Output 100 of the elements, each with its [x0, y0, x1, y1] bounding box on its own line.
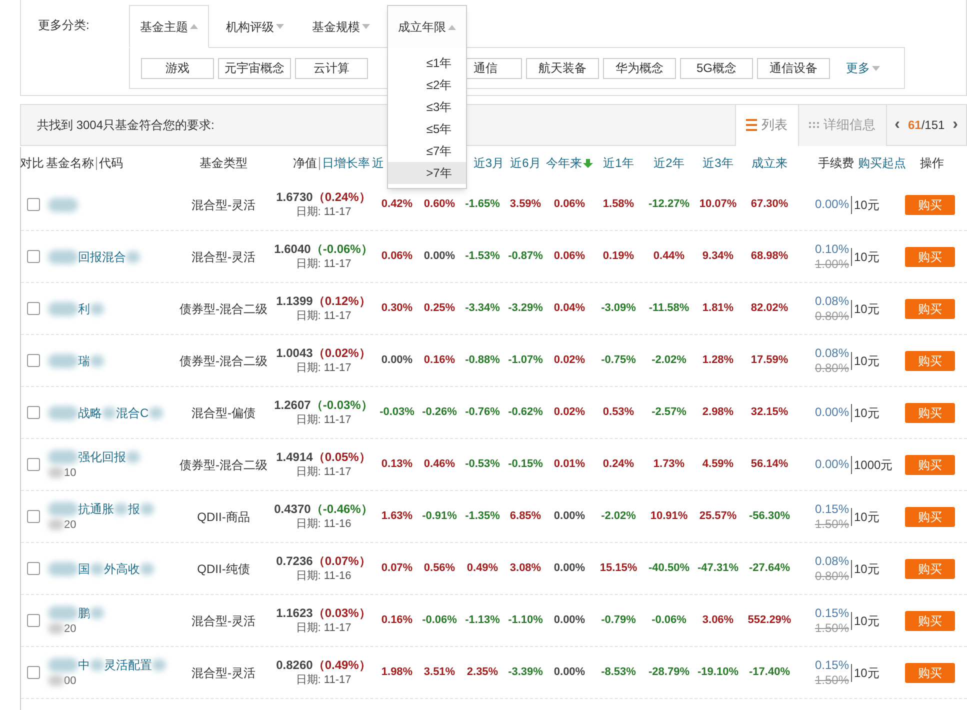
checkbox[interactable] [27, 198, 40, 211]
results-summary: 共找到 3004只基金符合您的要求: [37, 117, 214, 134]
checkbox[interactable] [27, 666, 40, 679]
column-header: 操作 [920, 156, 944, 170]
page-total: /151 [921, 118, 945, 132]
fund-name-fragment[interactable]: 强化回报 [78, 448, 126, 464]
fee-rate: 0.00% [814, 457, 849, 472]
column-header: 净值 [293, 155, 317, 172]
return-value: 32.15% [750, 405, 788, 420]
column-header[interactable]: 近2年 [654, 154, 684, 172]
column-header[interactable]: 近6月 [510, 154, 541, 172]
fund-name-fragment[interactable]: 报 [128, 500, 140, 516]
buy-button[interactable]: 购买 [905, 610, 955, 630]
column-header[interactable]: 日增长率 [322, 154, 370, 172]
return-value: 0.04% [554, 301, 586, 316]
fund-name-fragment[interactable]: 鹏 [78, 604, 90, 620]
return-value: 0.25% [424, 301, 456, 316]
return-value: -2.57% [652, 405, 686, 420]
buy-button[interactable]: 购买 [905, 350, 955, 370]
fund-name-fragment[interactable]: 抗通胀 [78, 500, 114, 516]
buy-button[interactable]: 购买 [905, 662, 955, 682]
fund-name-fragment[interactable]: 回报混合 [78, 248, 126, 264]
filter-tab[interactable]: 基金规模 [301, 5, 381, 48]
fund-name-fragment[interactable]: 外高收 [104, 560, 140, 576]
column-header[interactable]: 近 [372, 154, 384, 172]
nav-value: 1.6730 [276, 190, 313, 204]
checkbox[interactable] [27, 250, 40, 263]
tag-chip[interactable]: 华为概念 [603, 58, 676, 78]
checkbox[interactable] [27, 354, 40, 367]
view-tab[interactable]: 列表 [734, 104, 798, 146]
return-value: 0.60% [424, 197, 456, 212]
buy-button[interactable]: 购买 [905, 298, 955, 318]
fund-name-fragment[interactable]: 战略 [78, 404, 102, 420]
column-header[interactable]: 近1年 [603, 154, 634, 172]
blurred-text [48, 467, 64, 478]
tag-chip[interactable]: 游戏 [141, 58, 214, 78]
return-value: -0.75% [601, 353, 636, 368]
fund-name-fragment[interactable]: 中 [78, 656, 90, 672]
buy-button[interactable]: 购买 [905, 402, 955, 422]
checkbox[interactable] [27, 510, 40, 523]
daily-change: （0.02%） [312, 346, 371, 360]
column-header[interactable]: 今年来 [546, 154, 582, 172]
buy-button[interactable]: 购买 [905, 246, 955, 266]
buy-button[interactable]: 购买 [905, 454, 955, 474]
column-header: 基金名称 [46, 155, 94, 172]
daily-change: （-0.06%） [310, 242, 373, 256]
return-value: 1.28% [702, 353, 734, 368]
column-header: 手续费 [818, 155, 854, 172]
daily-change: （0.03%） [312, 606, 371, 620]
dropdown-item[interactable]: ≤3年 [388, 96, 466, 118]
blurred-text [114, 502, 128, 514]
nav-date: 日期: 11-17 [296, 360, 352, 376]
fund-name-fragment[interactable]: 混合C [116, 404, 149, 420]
nav-date: 日期: 11-17 [296, 412, 352, 428]
return-value: 6.85% [510, 509, 542, 524]
checkbox[interactable] [27, 458, 40, 471]
return-value: 0.49% [466, 561, 498, 576]
daily-change: （0.24%） [312, 190, 371, 204]
tag-chip[interactable]: 云计算 [295, 58, 368, 78]
fund-name-fragment[interactable]: 利 [78, 300, 90, 316]
min-purchase: 10元 [854, 248, 880, 266]
buy-button[interactable]: 购买 [905, 194, 955, 214]
more-link[interactable]: 更多 [846, 59, 880, 77]
fund-type: 债券型-混合二级 [178, 456, 268, 474]
dropdown-item[interactable]: ≤7年 [388, 140, 466, 162]
blurred-text [48, 658, 78, 672]
column-header[interactable]: 购买起点 [858, 154, 906, 172]
buy-button[interactable]: 购买 [905, 558, 955, 578]
checkbox[interactable] [27, 406, 40, 419]
dropdown-item[interactable]: ≤2年 [388, 74, 466, 96]
fund-type: 混合型-灵活 [190, 196, 256, 214]
return-value: 0.30% [381, 301, 413, 316]
original-fee: 1.50% [814, 672, 849, 688]
dropdown-item[interactable]: ≤1年 [388, 52, 466, 74]
fund-name-fragment[interactable]: 瑞 [78, 352, 90, 368]
tag-chip[interactable]: 航天装备 [526, 58, 599, 78]
dropdown-item[interactable]: >7年 [388, 162, 466, 184]
checkbox[interactable] [27, 614, 40, 627]
blurred-text [148, 406, 163, 418]
column-header[interactable]: 近3年 [702, 154, 734, 172]
filter-tab[interactable]: 基金主题 [129, 5, 209, 48]
return-value: 0.06% [381, 249, 413, 264]
buy-button[interactable]: 购买 [905, 506, 955, 526]
fund-name-fragment[interactable]: 灵活配置 [104, 656, 152, 672]
tag-chip[interactable]: 通信设备 [757, 58, 830, 78]
nav-date: 日期: 11-17 [296, 464, 352, 480]
checkbox[interactable] [27, 302, 40, 315]
tag-chip[interactable]: 元宇宙概念 [218, 58, 291, 78]
next-page-button[interactable]: › [952, 113, 958, 137]
filter-tab[interactable]: 机构评级 [215, 5, 295, 48]
column-header[interactable]: 成立来 [752, 154, 788, 172]
previous-page-button[interactable]: ‹ [894, 113, 900, 137]
fee-rate: 0.08% [814, 346, 849, 360]
min-purchase: 1000元 [854, 456, 893, 474]
fund-name-fragment[interactable]: 国 [78, 560, 90, 576]
dropdown-item[interactable]: ≤5年 [388, 118, 466, 140]
checkbox[interactable] [27, 562, 40, 575]
blurred-text [48, 450, 78, 464]
tag-chip[interactable]: 5G概念 [680, 58, 753, 78]
column-header[interactable]: 近3月 [473, 154, 504, 172]
